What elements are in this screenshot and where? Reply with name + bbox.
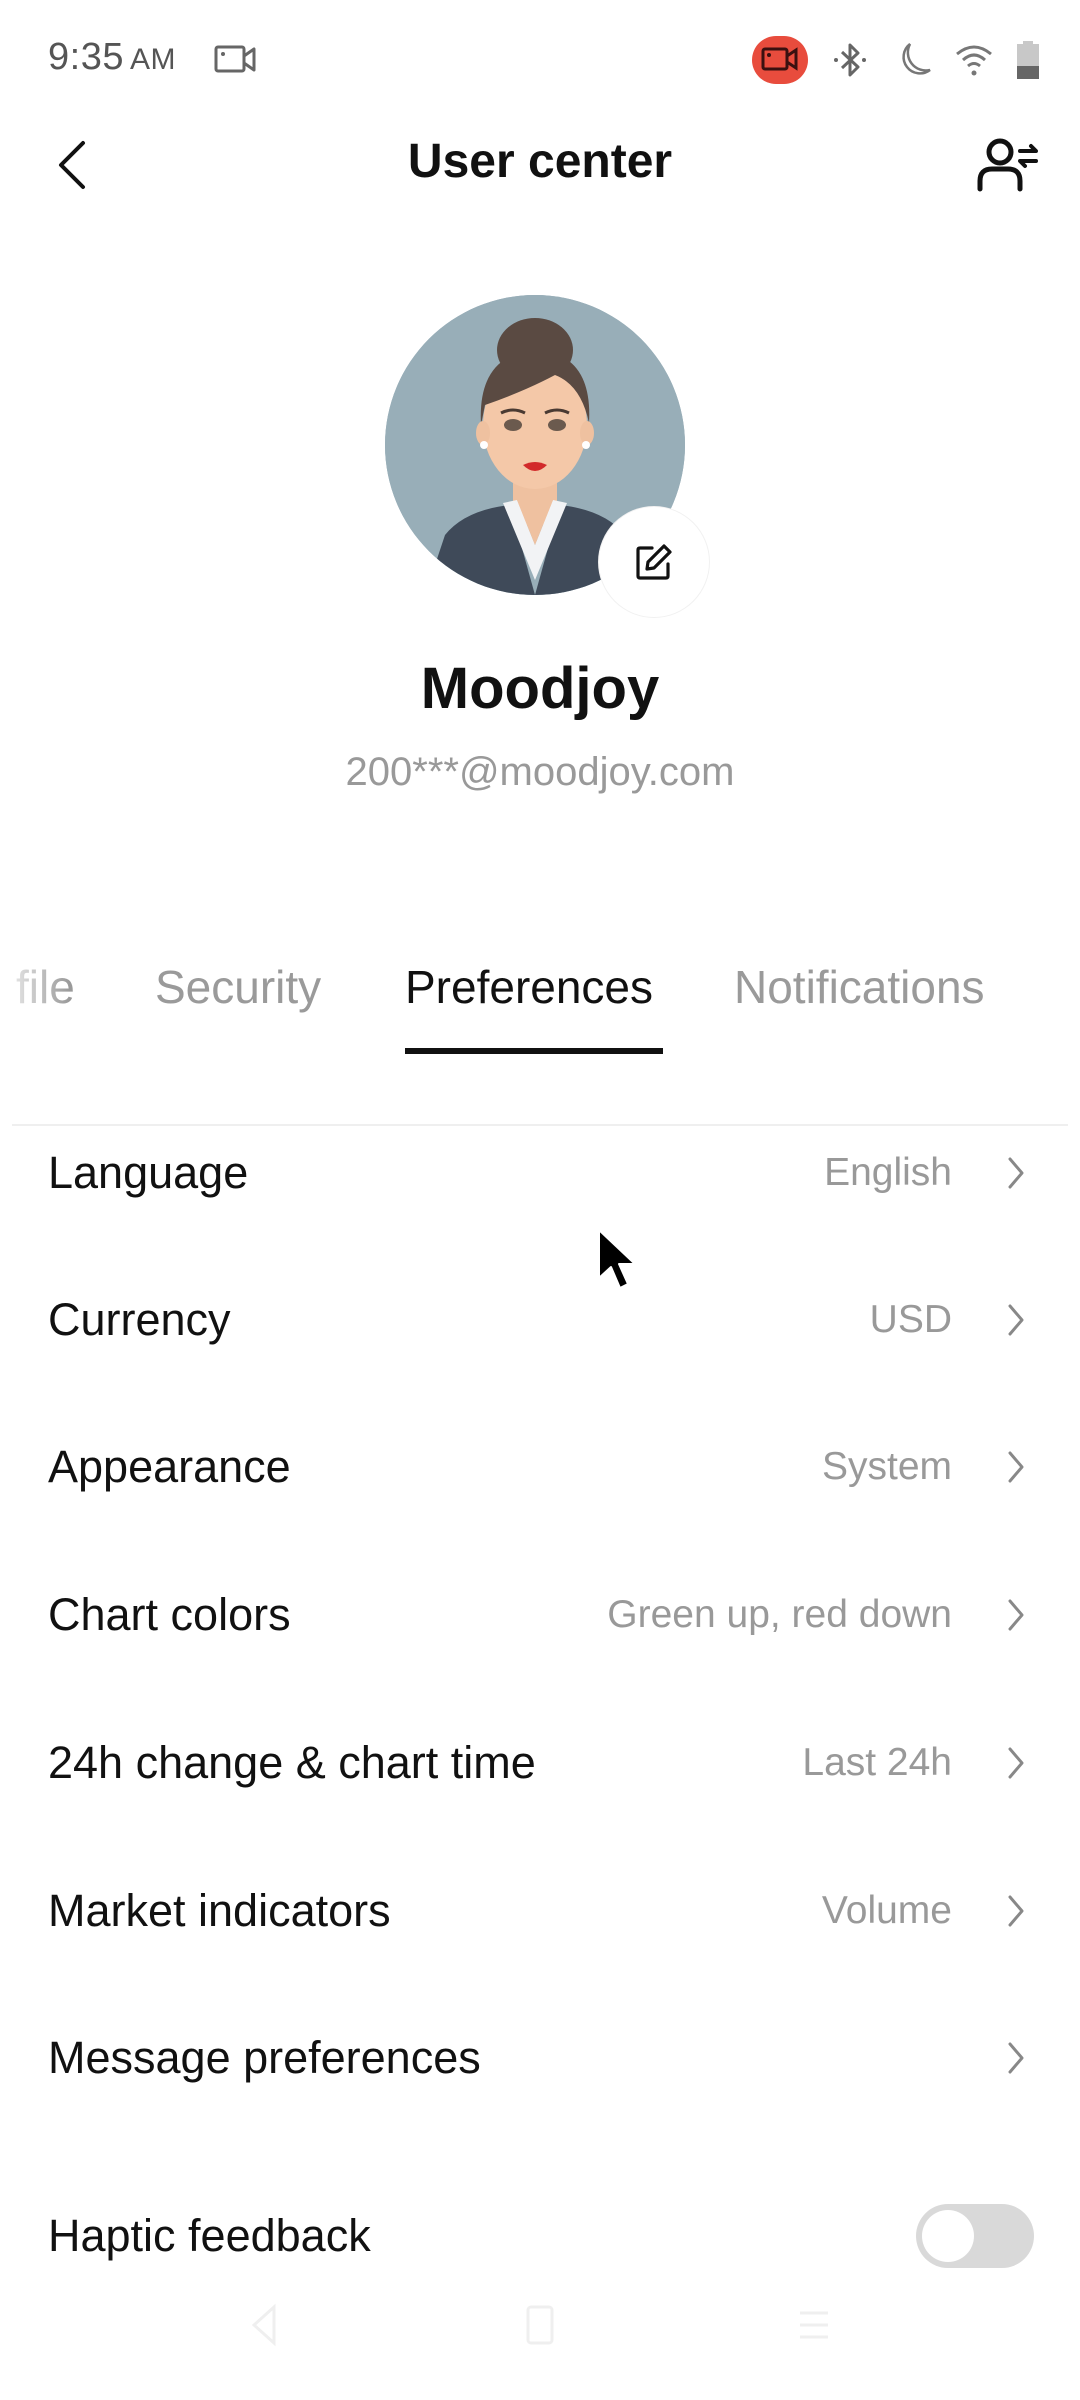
pref-row-language[interactable]: Language English: [0, 1103, 1080, 1243]
edit-avatar-button[interactable]: [599, 507, 709, 617]
tab-notifications[interactable]: Notifications: [734, 960, 985, 1014]
pref-label: Message preferences: [48, 2032, 481, 2083]
pref-row-currency[interactable]: Currency USD: [0, 1250, 1080, 1390]
pref-row-message-preferences[interactable]: Message preferences: [0, 1988, 1080, 2128]
page-title: User center: [407, 135, 673, 188]
status-icons: [752, 36, 1040, 84]
pref-value: System: [821, 1445, 952, 1488]
nav-back-icon[interactable]: [244, 2303, 288, 2347]
screen-record-icon: [761, 47, 798, 71]
wifi-icon: [956, 45, 992, 76]
pref-label: Chart colors: [48, 1589, 291, 1640]
chevron-right-icon: [1008, 1747, 1024, 1779]
chevron-right-icon: [1008, 1451, 1024, 1483]
tab-bar: file Security Preferences Notifications: [0, 930, 1080, 1060]
screen-cast-icon: [214, 45, 256, 73]
pref-label: Language: [48, 1147, 249, 1198]
chevron-right-icon: [1008, 1599, 1024, 1631]
pref-row-market-indicators[interactable]: Market indicators Volume: [0, 1841, 1080, 1981]
edit-pencil-icon: [636, 544, 672, 580]
pref-value: Green up, red down: [607, 1593, 952, 1636]
status-time-value: 9:35: [48, 36, 124, 78]
bluetooth-icon: [834, 43, 866, 77]
pref-row-24h-change[interactable]: 24h change & chart time Last 24h: [0, 1693, 1080, 1833]
pref-value: USD: [869, 1298, 952, 1341]
nav-home-icon[interactable]: [518, 2303, 562, 2347]
pref-value: English: [824, 1151, 952, 1194]
chevron-right-icon: [1008, 1895, 1024, 1927]
active-tab-indicator: [405, 1048, 663, 1054]
pref-label: 24h change & chart time: [48, 1737, 536, 1788]
chevron-right-icon: [1008, 2042, 1024, 2074]
app-header: User center: [0, 110, 1080, 220]
status-bar: 9:35 AM: [0, 0, 1080, 120]
profile-email: 200***@moodjoy.com: [345, 750, 735, 794]
screen-record-indicator: [752, 36, 808, 84]
tab-profile[interactable]: file: [16, 960, 75, 1014]
switch-account-button[interactable]: [974, 132, 1044, 198]
system-nav-bar: [0, 2250, 1080, 2400]
chevron-right-icon: [1008, 1304, 1024, 1336]
tab-preferences[interactable]: Preferences: [405, 960, 653, 1014]
profile-name: Moodjoy: [420, 656, 660, 721]
status-time: 9:35 AM: [48, 36, 176, 79]
pref-value: Volume: [821, 1889, 952, 1932]
chevron-right-icon: [1008, 1157, 1024, 1189]
pref-row-chart-colors[interactable]: Chart colors Green up, red down: [0, 1545, 1080, 1685]
tab-security[interactable]: Security: [155, 960, 321, 1014]
do-not-disturb-moon-icon: [902, 43, 931, 75]
mouse-pointer-icon: [598, 1229, 636, 1289]
battery-icon: [1017, 41, 1039, 79]
pref-label: Appearance: [48, 1441, 291, 1492]
pref-value: Last 24h: [802, 1741, 952, 1784]
pref-row-appearance[interactable]: Appearance System: [0, 1397, 1080, 1537]
pref-label: Market indicators: [48, 1885, 391, 1936]
pref-label: Currency: [48, 1294, 231, 1345]
status-time-ampm: AM: [129, 43, 176, 76]
nav-recents-icon[interactable]: [792, 2303, 836, 2347]
user-switch-icon: [977, 138, 1038, 192]
profile-avatar-section: [385, 295, 709, 617]
